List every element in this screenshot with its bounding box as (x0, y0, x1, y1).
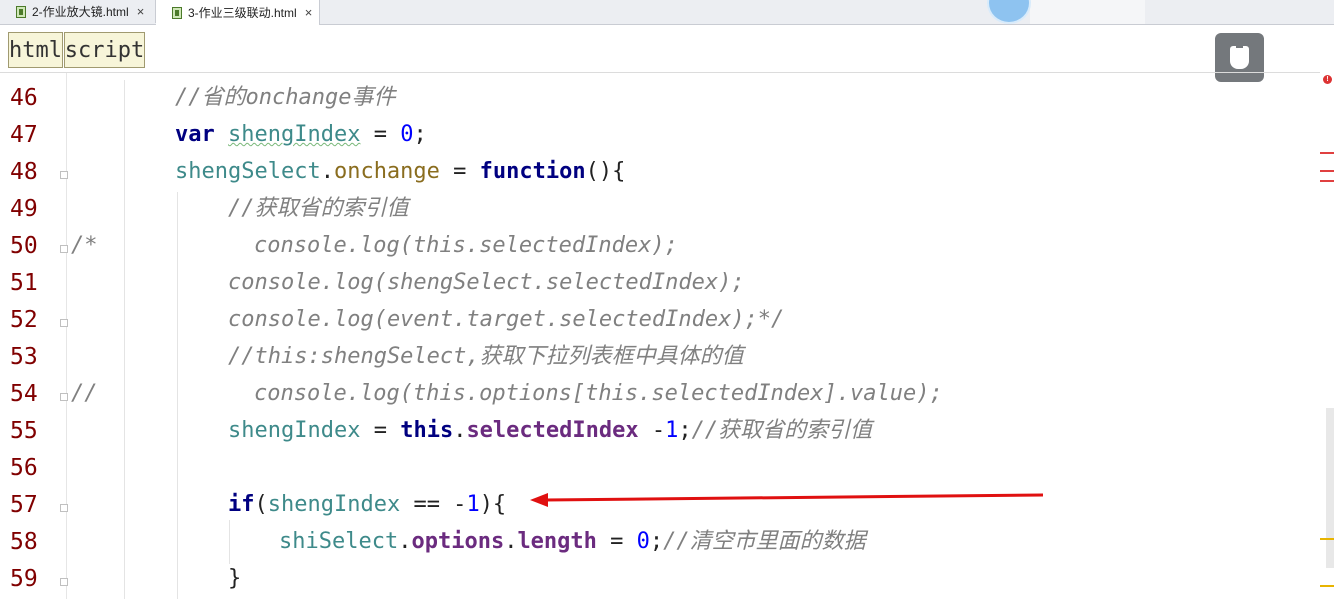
arrow-shaft (544, 493, 1044, 502)
arrow-head (530, 493, 548, 507)
annotation-arrow (530, 493, 1044, 507)
